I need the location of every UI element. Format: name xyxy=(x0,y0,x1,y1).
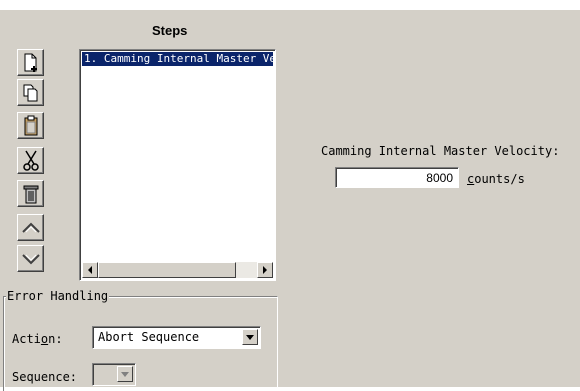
move-down-icon xyxy=(21,253,40,264)
scroll-thumb[interactable] xyxy=(98,262,236,278)
move-up-button[interactable] xyxy=(17,214,44,241)
action-select[interactable]: Abort Sequence xyxy=(92,326,261,349)
action-dropdown-button[interactable] xyxy=(242,329,258,345)
paste-step-button[interactable] xyxy=(17,112,44,139)
action-label: Action: xyxy=(12,332,63,346)
move-up-icon xyxy=(21,222,40,233)
action-label-post: n: xyxy=(48,332,63,346)
delete-icon xyxy=(23,185,38,203)
action-label-pre: Acti xyxy=(12,332,41,346)
action-select-value: Abort Sequence xyxy=(98,330,200,344)
new-step-button[interactable] xyxy=(17,49,44,76)
steps-list[interactable]: 1. Camming Internal Master Velocity xyxy=(79,49,276,281)
velocity-input[interactable]: 8000 xyxy=(335,167,459,188)
copy-icon xyxy=(23,84,37,101)
error-handling-title: Error Handling xyxy=(6,289,110,303)
sequence-dropdown-button[interactable] xyxy=(117,366,133,382)
units-rest: ounts/s xyxy=(474,172,525,186)
cut-step-button[interactable] xyxy=(17,147,44,174)
scroll-left-icon xyxy=(88,266,92,274)
scroll-left-button[interactable] xyxy=(82,262,98,278)
horizontal-scrollbar[interactable] xyxy=(82,262,273,278)
move-down-button[interactable] xyxy=(17,245,44,272)
sequence-label: Sequence: xyxy=(12,370,78,384)
velocity-label: Camming Internal Master Velocity: xyxy=(321,144,560,158)
sequence-select[interactable] xyxy=(92,363,136,386)
paste-icon xyxy=(24,115,37,135)
list-item[interactable]: 1. Camming Internal Master Velocity xyxy=(82,52,273,66)
scroll-right-icon xyxy=(263,266,267,274)
units-label: counts/s xyxy=(467,172,525,186)
new-step-icon xyxy=(24,53,37,72)
chevron-down-icon xyxy=(121,371,129,377)
cut-icon xyxy=(22,150,39,171)
copy-step-button[interactable] xyxy=(17,79,44,106)
delete-step-button[interactable] xyxy=(17,180,44,207)
chevron-down-icon xyxy=(246,334,254,340)
scroll-right-button[interactable] xyxy=(257,262,273,278)
steps-heading: Steps xyxy=(152,23,188,38)
